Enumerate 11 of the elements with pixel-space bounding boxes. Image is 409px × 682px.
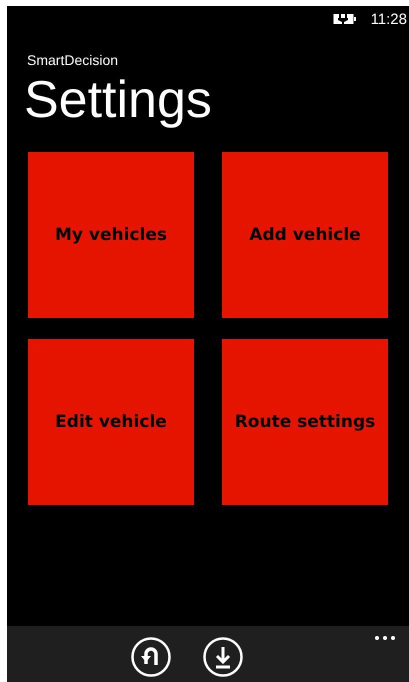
page-title: Settings xyxy=(24,70,213,131)
status-time: 11:28 xyxy=(370,10,407,28)
menu-tile[interactable]: Route settings xyxy=(222,339,388,505)
menu-tile[interactable]: Edit vehicle xyxy=(28,339,194,505)
more-icon[interactable] xyxy=(375,636,395,640)
menu-tile[interactable]: My vehicles xyxy=(28,152,194,318)
battery-charging-icon xyxy=(332,13,357,25)
undo-button[interactable] xyxy=(130,637,170,677)
menu-tile[interactable]: Add vehicle xyxy=(222,152,388,318)
app-title: SmartDecision xyxy=(27,52,120,68)
download-button[interactable] xyxy=(202,637,242,677)
